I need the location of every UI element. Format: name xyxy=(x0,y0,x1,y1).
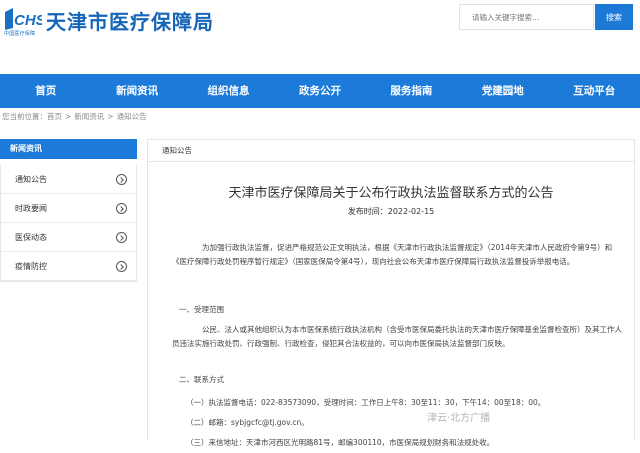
breadcrumb-separator: > xyxy=(65,112,72,121)
nav-item-news[interactable]: 新闻资讯 xyxy=(91,74,182,108)
search-button[interactable]: 搜索 xyxy=(595,4,633,30)
section-heading-scope: 一、受理范围 xyxy=(179,305,224,314)
sidebar-item-label: 医保动态 xyxy=(15,233,47,242)
breadcrumb-prefix: 您当前位置： xyxy=(2,112,47,121)
nav-item-interaction[interactable]: 互动平台 xyxy=(549,74,640,108)
main-nav: 首页 新闻资讯 组织信息 政务公开 服务指南 党建园地 互动平台 xyxy=(0,74,640,108)
sidebar-item-political-news[interactable]: 时政要闻 xyxy=(1,194,136,223)
contact-email: （二）邮箱：sybjgcfc@tj.gov.cn。 xyxy=(186,418,309,427)
chs-logo-icon: CHS xyxy=(5,8,42,30)
nav-item-government-affairs[interactable]: 政务公开 xyxy=(274,74,365,108)
publish-date-value: 2022-02-15 xyxy=(387,207,435,216)
sidebar-item-label: 疫情防控 xyxy=(15,262,47,271)
publish-date-label: 发布时间： xyxy=(347,207,388,216)
sidebar-title: 新闻资讯 xyxy=(0,139,137,159)
breadcrumb-notices[interactable]: 通知公告 xyxy=(117,112,147,121)
breadcrumb-separator: > xyxy=(107,112,114,121)
nav-item-service-guide[interactable]: 服务指南 xyxy=(366,74,457,108)
logo-caption: 中国医疗保障 xyxy=(4,31,36,37)
breadcrumb: 您当前位置：首页 > 新闻资讯 > 通知公告 xyxy=(2,111,147,122)
sidebar-item-epidemic-control[interactable]: 疫情防控 xyxy=(1,252,136,281)
contact-address: （三）来信地址：天津市河西区光明路81号，邮编300110，市医保局规划财务和法… xyxy=(186,438,495,447)
watermark-text: 津云·北方广播 xyxy=(427,413,491,424)
article-title: 天津市医疗保障局关于公布行政执法监督联系方式的公告 xyxy=(228,186,554,201)
sidebar-item-insurance-updates[interactable]: 医保动态 xyxy=(1,223,136,252)
site-title[interactable]: 天津市医疗保障局 xyxy=(46,6,214,35)
nav-item-party-building[interactable]: 党建园地 xyxy=(457,74,548,108)
chevron-right-icon xyxy=(116,203,127,214)
nav-item-organization[interactable]: 组织信息 xyxy=(183,74,274,108)
site-header: CHS 中国医疗保障 天津市医疗保障局 搜索 xyxy=(0,0,640,74)
article-panel: 通知公告 天津市医疗保障局关于公布行政执法监督联系方式的公告 发布时间：2022… xyxy=(147,139,635,447)
sidebar: 新闻资讯 通知公告 时政要闻 医保动态 疫情防控 xyxy=(0,139,137,435)
sidebar-item-label: 通知公告 xyxy=(15,175,47,184)
breadcrumb-home[interactable]: 首页 xyxy=(47,112,62,121)
nav-item-home[interactable]: 首页 xyxy=(0,74,91,108)
chevron-right-icon xyxy=(116,174,127,185)
article-body: 为加强行政执法监督，促进严格规范公正文明执法，根据《天津市行政执法监督规定》（2… xyxy=(172,241,622,453)
breadcrumb-news[interactable]: 新闻资讯 xyxy=(74,112,104,121)
publish-date: 发布时间：2022-02-15 xyxy=(148,206,634,217)
sidebar-list: 通知公告 时政要闻 医保动态 疫情防控 xyxy=(0,165,137,282)
section-heading-contact: 二、联系方式 xyxy=(179,375,224,384)
paragraph-scope: 公民、法人或其他组织认为本市医保系统行政执法机构（含受市医保局委托执法的天津市医… xyxy=(172,325,622,348)
sidebar-item-notices[interactable]: 通知公告 xyxy=(1,165,136,194)
chevron-right-icon xyxy=(116,232,127,243)
svg-text:CHS: CHS xyxy=(14,12,42,29)
contact-phone: （一）执法监督电话：022-83573090，受理时间：工作日上午8：30至11… xyxy=(186,398,546,407)
sidebar-item-label: 时政要闻 xyxy=(15,204,47,213)
paragraph-intro: 为加强行政执法监督，促进严格规范公正文明执法，根据《天津市行政执法监督规定》（2… xyxy=(172,243,613,266)
chevron-right-icon xyxy=(116,261,127,272)
section-label: 通知公告 xyxy=(148,140,634,162)
search-input[interactable] xyxy=(459,4,594,30)
